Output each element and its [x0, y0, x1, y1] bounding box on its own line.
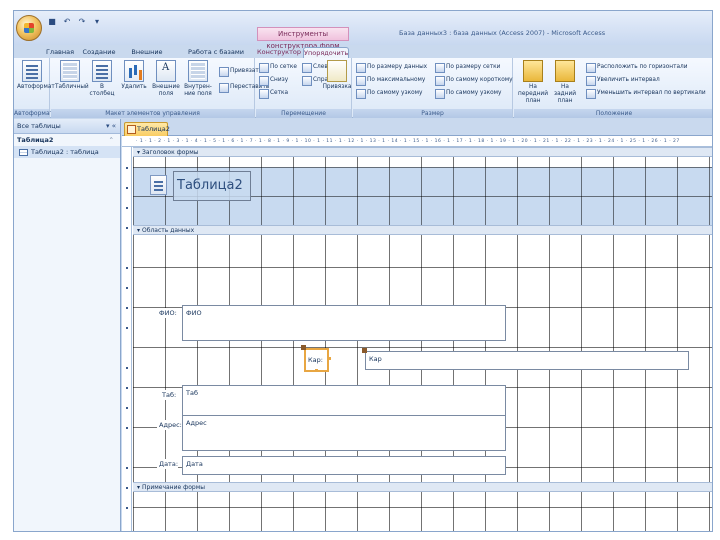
bring-to-front-icon	[523, 60, 543, 82]
nav-pane-header[interactable]: Все таблицы ▾ «	[14, 119, 120, 134]
section-detail[interactable]: Область данных	[133, 225, 712, 235]
group-label-control-layout: Макет элементов управления	[51, 109, 254, 118]
spacing-increase-button[interactable]: Увеличить интервал	[586, 75, 660, 86]
control-padding-button[interactable]: Внутрен­ние поля	[183, 60, 213, 100]
size-to-grid-button[interactable]: По размеру сетки	[435, 62, 500, 73]
document-tab-strip: Таблица2	[122, 119, 712, 136]
control-padding-icon	[188, 60, 208, 82]
form-title-label[interactable]: Таблица2	[173, 171, 251, 201]
group-control-layout: Табличный В столбец Удалить Вне­шние пол…	[51, 58, 269, 118]
stacked-button[interactable]: В столбец	[87, 60, 117, 100]
label-address[interactable]: Адрес:	[157, 420, 182, 430]
resize-handle[interactable]	[328, 357, 331, 360]
vertical-ruler	[122, 147, 132, 531]
collapse-group-icon[interactable]: ⌃	[109, 134, 114, 146]
label-tab[interactable]: Таб:	[160, 390, 177, 400]
customize-qat-icon[interactable]: ▾	[91, 16, 103, 27]
remove-layout-icon	[124, 60, 144, 82]
label-date[interactable]: Дата:	[157, 459, 179, 469]
office-button[interactable]	[16, 15, 42, 41]
align-right-button[interactable]: Сетка	[259, 88, 288, 99]
form-header-area: Таблица2	[133, 167, 712, 225]
nav-item-label: Таблица2 : таблица	[31, 148, 99, 156]
document-area: Таблица2 · 1 · 1 · 2 · 1 · 3 · 1 · 4 · 1…	[122, 119, 712, 531]
autoformat-button[interactable]: Автоформат	[17, 60, 55, 100]
move-handle-label[interactable]	[301, 345, 306, 350]
title-bar: ■ ↶ ↷ ▾ Инструменты конструктора форм Ба…	[14, 11, 712, 50]
save-icon[interactable]: ■	[46, 16, 58, 27]
form-design-surface[interactable]: Заголовок формы Таблица2 Область данных …	[133, 147, 712, 531]
size-to-tallest-button[interactable]: По максимальному	[356, 75, 425, 86]
spacing-horizontal-button[interactable]: Расположить по горизонтали	[586, 62, 688, 73]
autoformat-label: Автоформат	[17, 84, 55, 90]
control-margins-button[interactable]: Вне­шние поля	[151, 60, 181, 100]
snap-button[interactable]: Привязка	[322, 60, 352, 100]
align-to-grid-button[interactable]: По сетке	[259, 62, 297, 73]
field-kar[interactable]: Кар	[365, 351, 689, 370]
control-margins-icon	[156, 60, 176, 82]
undo-icon[interactable]: ↶	[61, 16, 73, 27]
window-title: База данных3 : база данных (Access 2007)…	[399, 29, 606, 37]
snap-label: Привязка	[322, 84, 352, 90]
navigation-pane: Все таблицы ▾ « Таблица2 ⌃ Таблица2 : та…	[14, 119, 121, 531]
group-label-size: Размер	[353, 109, 512, 118]
field-address[interactable]: Адрес	[182, 415, 506, 451]
send-to-back-label: На задний план	[554, 84, 576, 104]
stacked-label: В столбец	[89, 84, 115, 97]
spacing-decrease-button[interactable]: Уменьшить интервал по вертикали	[586, 88, 706, 99]
size-to-widest-button[interactable]: По самому узкому	[356, 88, 422, 99]
bring-to-front-button[interactable]: На передний план	[518, 60, 548, 104]
resize-handle[interactable]	[315, 369, 318, 372]
nav-group-table2[interactable]: Таблица2 ⌃	[14, 134, 120, 146]
group-label-autoformat: Автоформат	[14, 109, 54, 118]
bring-to-front-label: На передний план	[518, 84, 548, 104]
send-to-back-button[interactable]: На задний план	[550, 60, 580, 104]
autoformat-icon	[22, 60, 42, 82]
table-icon	[19, 148, 28, 156]
tabular-label: Табличный	[55, 84, 89, 90]
group-position: На передний план На задний план Располож…	[514, 58, 712, 118]
nav-item-table2[interactable]: Таблица2 : таблица	[14, 146, 120, 158]
size-to-fit-button[interactable]: По размеру данных	[356, 62, 427, 73]
section-form-header[interactable]: Заголовок формы	[133, 147, 712, 157]
tabular-button[interactable]: Табличный	[55, 60, 89, 100]
group-autoformat: Автоформат Автоформат	[14, 58, 55, 118]
label-fio[interactable]: ФИО:	[157, 308, 177, 318]
document-tab-table2[interactable]: Таблица2	[124, 122, 170, 136]
nav-group-label: Таблица2	[17, 136, 54, 144]
group-size: По размеру данных По размеру сетки По ма…	[353, 58, 513, 118]
field-fio[interactable]: ФИО	[182, 305, 506, 341]
send-to-back-icon	[555, 60, 575, 82]
align-left-button[interactable]: Снизу	[259, 75, 288, 86]
group-alignment: По сетке Слева Снизу Справа Сетка Привяз…	[256, 58, 352, 118]
remove-layout-label: Удалить	[121, 84, 147, 90]
form-logo-icon[interactable]	[150, 175, 167, 195]
access-window: ■ ↶ ↷ ▾ Инструменты конструктора форм Ба…	[13, 10, 713, 532]
snap-icon	[327, 60, 347, 82]
group-label-position: Положение	[514, 109, 712, 118]
group-label-move: Перемещение	[256, 109, 351, 118]
size-to-shortest-button[interactable]: По самому короткому	[435, 75, 513, 86]
move-handle-field[interactable]	[362, 348, 367, 353]
context-tab-group-title: Инструменты конструктора форм	[257, 27, 349, 50]
field-date[interactable]: Дата	[182, 456, 506, 475]
tabular-icon	[60, 60, 80, 82]
horizontal-ruler: · 1 · 1 · 2 · 1 · 3 · 1 · 4 · 1 · 5 · 1 …	[122, 137, 712, 147]
ribbon: Автоформат Автоформат Табличный В столбе…	[14, 58, 712, 118]
control-padding-label: Внутрен­ние поля	[184, 84, 212, 97]
nav-pane-controls-icon[interactable]: ▾ «	[106, 119, 116, 134]
nav-pane-title: Все таблицы	[17, 122, 61, 130]
size-to-narrowest-button[interactable]: По самому узкому	[435, 88, 501, 99]
quick-access-toolbar: ■ ↶ ↷ ▾	[46, 14, 103, 28]
section-form-footer[interactable]: Примечание формы	[133, 482, 712, 492]
remove-layout-button[interactable]: Удалить	[119, 60, 149, 100]
control-margins-label: Вне­шние поля	[152, 84, 180, 97]
stacked-icon	[92, 60, 112, 82]
redo-icon[interactable]: ↷	[76, 16, 88, 27]
